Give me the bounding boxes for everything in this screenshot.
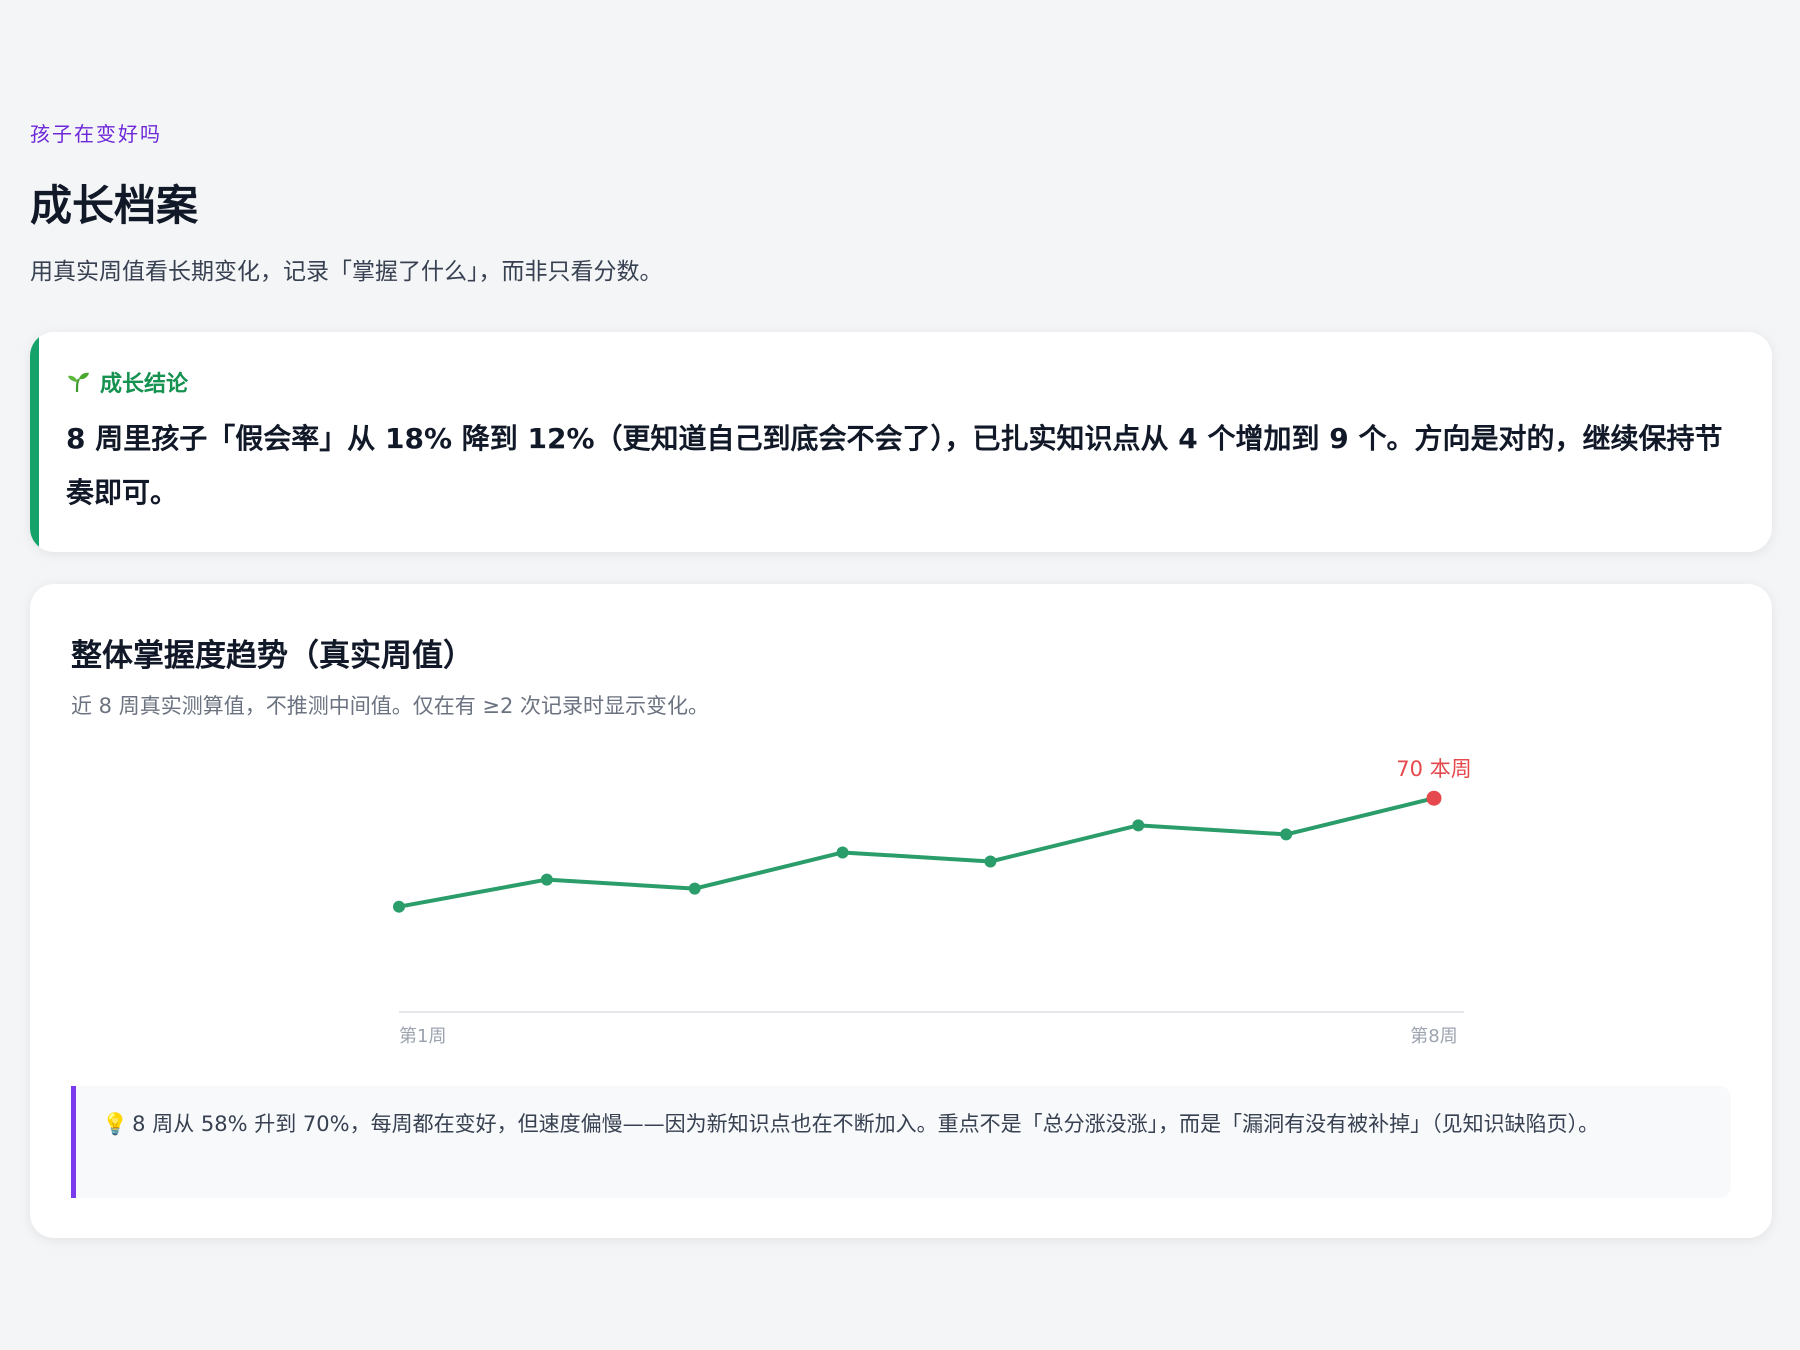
- page-title: 成长档案: [30, 181, 199, 230]
- data-point: [1280, 828, 1293, 841]
- conclusion-label-text: 成长结论: [100, 372, 189, 397]
- data-point: [836, 846, 849, 859]
- page-subtitle: 用真实周值看长期变化，记录「掌握了什么」，而非只看分数。: [30, 259, 663, 285]
- data-point: [688, 882, 701, 895]
- conclusion-accent-bar: [30, 332, 39, 552]
- data-point: [393, 900, 405, 913]
- x-tick-label: 第1周: [399, 1026, 446, 1047]
- data-point: [984, 855, 997, 868]
- sprout-icon: [68, 372, 89, 393]
- conclusion-label: 成长结论: [66, 366, 188, 398]
- mastery-trend-card: 整体掌握度趋势（真实周值） 近 8 周真实测算值，不推测中间值。仅在有 ≥2 次…: [30, 584, 1772, 1238]
- current-week-point: [1426, 790, 1442, 806]
- trend-insight-text: 8 周从 58% 升到 70%，每周都在变好，但速度偏慢——因为新知识点也在不断…: [132, 1112, 1600, 1136]
- growth-conclusion-card: 成长结论 8 周里孩子「假会率」从 18% 降到 12%（更知道自己到底会不会了…: [30, 332, 1772, 552]
- section-kicker: 孩子在变好吗: [30, 122, 162, 146]
- x-tick-label: 第8周: [1410, 1026, 1457, 1047]
- data-point: [540, 873, 553, 886]
- mastery-series-line: [398, 796, 1435, 909]
- current-week-label: 70 本周: [1396, 757, 1471, 781]
- growth-archive-page: 孩子在变好吗 成长档案 用真实周值看长期变化，记录「掌握了什么」，而非只看分数。…: [0, 0, 1800, 1350]
- trend-insight-note: 💡 8 周从 58% 升到 70%，每周都在变好，但速度偏慢——因为新知识点也在不…: [71, 1086, 1731, 1198]
- conclusion-text: 8 周里孩子「假会率」从 18% 降到 12%（更知道自己到底会不会了），已扎实…: [66, 422, 1723, 509]
- lightbulb-icon: 💡: [102, 1112, 129, 1136]
- data-point: [1132, 819, 1145, 832]
